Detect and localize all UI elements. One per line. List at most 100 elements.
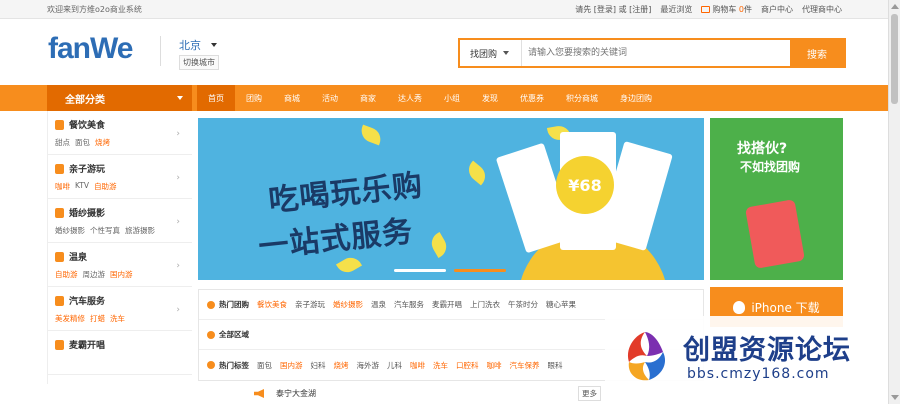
search-button[interactable]: 搜索 xyxy=(790,40,844,66)
category-subs: 美发精修 打蜡 洗车 xyxy=(55,313,192,324)
subcategory-link[interactable]: 自助游 xyxy=(94,181,117,192)
carousel-dot-active[interactable] xyxy=(454,269,506,272)
category-item[interactable]: 餐饮美食甜点 面包 烧烤 › xyxy=(48,111,192,155)
subcategory-link[interactable]: 咖啡 xyxy=(55,181,70,192)
subcategory-link[interactable]: 自助游 xyxy=(55,269,78,280)
nav-item[interactable]: 商家 xyxy=(349,85,387,111)
nav-item[interactable]: 商城 xyxy=(273,85,311,111)
category-title[interactable]: 婚纱摄影 xyxy=(69,206,105,219)
nav-item[interactable]: 优惠券 xyxy=(509,85,555,111)
search-type-dropdown[interactable]: 找团购 xyxy=(460,40,522,66)
filter-tag[interactable]: 妇科 xyxy=(311,360,326,371)
category-item[interactable]: 亲子游玩 咖啡 KTV 自助游 › xyxy=(48,155,192,199)
nav-item[interactable]: 首页 xyxy=(197,85,235,111)
filter-tag[interactable]: 婚纱摄影 xyxy=(333,299,363,310)
filter-tag[interactable]: 餐饮美食 xyxy=(257,299,287,310)
search-input[interactable] xyxy=(522,40,790,66)
or-text: 或 xyxy=(618,5,627,14)
scroll-up-arrow-icon[interactable] xyxy=(891,4,899,9)
ad-subheadline: 不如找团购 xyxy=(740,160,801,174)
category-title[interactable]: 麦霸开唱 xyxy=(69,338,105,351)
cart-link[interactable]: 购物车 0件 xyxy=(701,4,752,15)
current-city: 北京 xyxy=(179,39,201,52)
login-link[interactable]: [登录] xyxy=(594,5,616,14)
promo-banner[interactable]: ¥68 吃喝玩乐购 一站式服务 xyxy=(198,118,704,280)
site-logo[interactable]: fanWe xyxy=(48,32,161,66)
top-links: 请先 [登录] 或 [注册] 最近浏览 购物车 0件 商户中心 代理商中心 xyxy=(575,4,842,15)
nav-item[interactable]: 活动 xyxy=(311,85,349,111)
category-title[interactable]: 餐饮美食 xyxy=(69,118,105,131)
city-selector[interactable]: 北京 xyxy=(179,37,217,53)
category-title[interactable]: 亲子游玩 xyxy=(69,162,105,175)
notice-text[interactable]: 泰宁大金湖 xyxy=(276,388,316,399)
filter-tag[interactable]: 亲子游玩 xyxy=(295,299,325,310)
all-categories-button[interactable]: 全部分类 xyxy=(47,85,192,111)
cart-icon xyxy=(701,6,711,13)
nav-item[interactable]: 小组 xyxy=(433,85,471,111)
cart-label: 购物车 xyxy=(712,5,737,14)
nav-item[interactable]: 身边团购 xyxy=(609,85,663,111)
category-item[interactable]: 麦霸开唱 xyxy=(48,331,192,375)
agent-center-link[interactable]: 代理商中心 xyxy=(802,4,842,15)
filter-tag[interactable]: 午茶时分 xyxy=(508,299,538,310)
category-sidebar: 餐饮美食 甜点 面包 烧烤 › 亲子游玩 咖啡 KTV 自助游 › 婚纱摄影 婚纱摄影 个性写真 旅游摄影… xyxy=(47,111,192,384)
scroll-down-arrow-icon[interactable] xyxy=(891,395,899,400)
subcategory-link[interactable]: 洗车 xyxy=(110,313,125,324)
filter-tag[interactable]: 上门洗衣 xyxy=(470,299,500,310)
category-item[interactable]: 汽车服务 美发精修 打蜡 洗车 › xyxy=(48,287,192,331)
category-item[interactable]: 婚纱摄影 婚纱摄影 个性写真 旅游摄影 › xyxy=(48,199,192,243)
subcategory-link[interactable]: 甜点 xyxy=(55,137,70,148)
nav-item[interactable]: 发现 xyxy=(471,85,509,111)
register-link[interactable]: [注册] xyxy=(629,5,651,14)
subcategory-link[interactable]: 周边游 xyxy=(83,269,106,280)
carousel-dot[interactable] xyxy=(394,269,446,272)
merchant-center-link[interactable]: 商户中心 xyxy=(761,4,793,15)
nav-item[interactable]: 达人秀 xyxy=(387,85,433,111)
filter-tag[interactable]: 麦霸开唱 xyxy=(432,299,462,310)
subcategory-link[interactable]: 国内游 xyxy=(110,269,133,280)
chevron-right-icon: › xyxy=(176,129,180,139)
login-prefix: 请先 xyxy=(575,5,592,14)
more-button[interactable]: 更多 xyxy=(578,386,601,401)
logo-divider xyxy=(160,36,161,66)
filter-tag[interactable]: 咖啡 xyxy=(487,360,502,371)
nav-item[interactable]: 积分商城 xyxy=(555,85,609,111)
category-icon xyxy=(55,251,64,262)
subcategory-link[interactable]: 个性写真 xyxy=(90,225,120,236)
filter-tag[interactable]: 洗车 xyxy=(433,360,448,371)
recent-viewed-link[interactable]: 最近浏览 xyxy=(660,4,692,15)
filter-tag[interactable]: 汽车保养 xyxy=(510,360,540,371)
filter-tag[interactable]: 糖心苹果 xyxy=(546,299,576,310)
login-prompt: 请先 [登录] 或 [注册] xyxy=(575,4,651,15)
filter-tag[interactable]: 海外游 xyxy=(357,360,380,371)
filter-tag[interactable]: 温泉 xyxy=(371,299,386,310)
nav-item[interactable]: 团购 xyxy=(235,85,273,111)
category-title[interactable]: 汽车服务 xyxy=(69,294,105,307)
subcategory-link[interactable]: 旅游摄影 xyxy=(125,225,155,236)
filter-tag[interactable]: 口腔科 xyxy=(456,360,479,371)
filter-tag[interactable]: 咖啡 xyxy=(410,360,425,371)
category-icon xyxy=(55,119,64,130)
scrollbar-thumb[interactable] xyxy=(891,14,898,104)
subcategory-link[interactable]: 烧烤 xyxy=(95,137,110,148)
filter-tag[interactable]: 眼科 xyxy=(548,360,563,371)
filter-tag[interactable]: 烧烤 xyxy=(334,360,349,371)
subcategory-link[interactable]: 美发精修 xyxy=(55,313,85,324)
subcategory-link[interactable]: 打蜡 xyxy=(90,313,105,324)
subcategory-link[interactable]: 面包 xyxy=(75,137,90,148)
area-label[interactable]: 全部区域 xyxy=(207,329,249,340)
page-scrollbar[interactable] xyxy=(888,0,900,404)
subcategory-link[interactable]: 婚纱摄影 xyxy=(55,225,85,236)
category-item[interactable]: 温泉 自助游 周边游 国内游 › xyxy=(48,243,192,287)
subcategory-link[interactable]: KTV xyxy=(75,181,89,192)
filter-tag[interactable]: 面包 xyxy=(257,360,272,371)
switch-city-button[interactable]: 切换城市 xyxy=(179,55,219,70)
hot-tags-label: 热门标签 xyxy=(207,360,249,371)
category-title[interactable]: 温泉 xyxy=(69,250,87,263)
filter-tag[interactable]: 国内游 xyxy=(280,360,303,371)
category-icon xyxy=(55,295,64,306)
side-ad[interactable]: 找搭伙? 不如找团购 xyxy=(710,118,843,280)
hot-groupbuy-label: 热门团购 xyxy=(207,299,249,310)
filter-tag[interactable]: 儿科 xyxy=(387,360,402,371)
filter-tag[interactable]: 汽车服务 xyxy=(394,299,424,310)
